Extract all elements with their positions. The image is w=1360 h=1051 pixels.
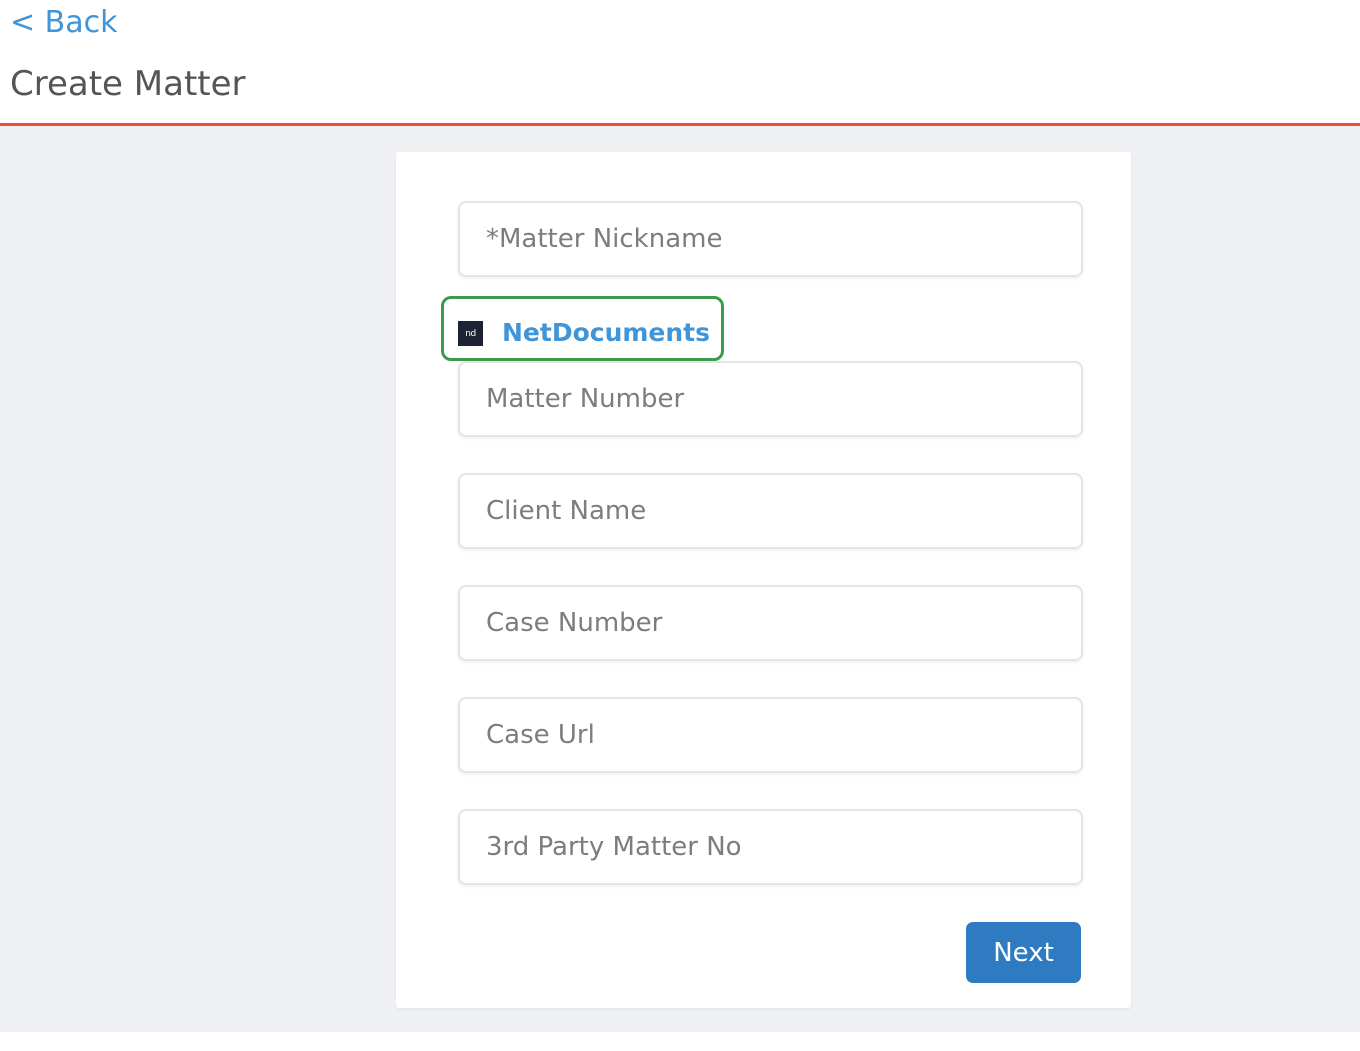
client-name-input[interactable] — [458, 473, 1083, 549]
netdocuments-logo-icon: nd — [458, 321, 483, 346]
footer-strip — [0, 1032, 1360, 1051]
netdocuments-logo-text: nd — [465, 328, 476, 339]
page-header: < Back Create Matter — [0, 0, 1360, 126]
page-title: Create Matter — [10, 64, 246, 104]
matter-nickname-input[interactable] — [458, 201, 1083, 277]
matter-number-input[interactable] — [458, 361, 1083, 437]
next-button[interactable]: Next — [966, 922, 1081, 983]
third-party-matter-no-input[interactable] — [458, 809, 1083, 885]
case-url-input[interactable] — [458, 697, 1083, 773]
case-number-input[interactable] — [458, 585, 1083, 661]
netdocuments-link[interactable]: NetDocuments — [502, 316, 710, 350]
back-link[interactable]: < Back — [10, 4, 118, 42]
